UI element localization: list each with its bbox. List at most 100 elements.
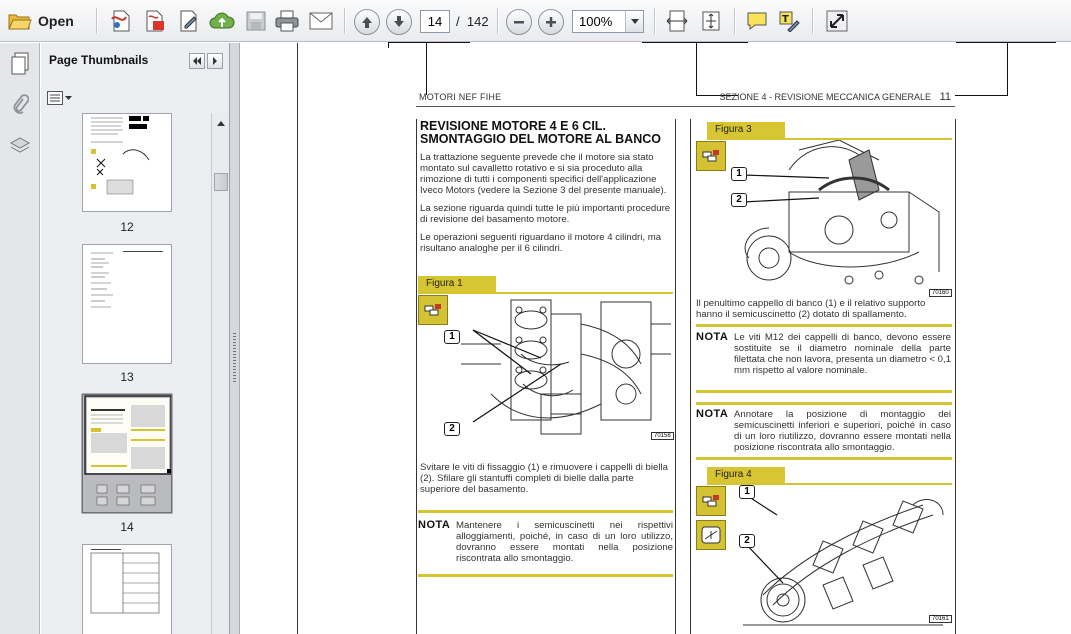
options-list-icon (47, 91, 63, 105)
thumbnail-page[interactable] (82, 244, 172, 364)
thumbnail-page-current[interactable] (82, 394, 172, 513)
chevron-right-icon (213, 57, 217, 65)
export-pdf-button[interactable] (140, 6, 170, 36)
column-rule (675, 119, 676, 634)
callout-1: 1 (739, 485, 755, 499)
email-button[interactable] (306, 6, 336, 36)
zoom-out-button[interactable] (506, 9, 532, 35)
svg-text:T: T (782, 14, 789, 25)
double-chevron-left-icon (193, 57, 201, 65)
toolbar-separator (812, 8, 813, 34)
chevron-down-icon[interactable] (625, 11, 643, 32)
upload-button[interactable] (206, 6, 238, 36)
splitter-grip[interactable] (233, 333, 236, 383)
disassembly-symbol-icon (696, 141, 726, 171)
collapse-panel-button[interactable] (189, 53, 205, 69)
fit-page-icon (702, 11, 720, 31)
annotation-line (388, 42, 470, 43)
figure-4-drawing (742, 492, 944, 626)
comment-button[interactable] (742, 6, 772, 36)
thumbnail-label: 14 (120, 520, 134, 534)
figure-1-drawing (461, 299, 671, 435)
create-pdf-icon (111, 10, 130, 32)
nota-label: NOTA (696, 331, 729, 343)
paperclip-icon (13, 94, 29, 114)
nota-rule (696, 324, 952, 327)
measurement-symbol-icon (696, 520, 726, 550)
upload-cloud-icon (209, 12, 235, 29)
next-page-icon (394, 16, 404, 27)
create-pdf-button[interactable] (106, 6, 136, 36)
chevron-down-icon (65, 96, 72, 100)
edit-pdf-button[interactable] (174, 6, 204, 36)
scrollbar-thumb[interactable] (214, 173, 228, 191)
figure-label: Figura 4 (707, 467, 785, 483)
figure-label: Figura 3 (707, 122, 785, 138)
thumbnail-label: 13 (120, 370, 134, 384)
save-button[interactable] (242, 6, 270, 36)
toolbar-separator (96, 8, 97, 34)
open-button[interactable]: Open (4, 6, 82, 36)
callout-2: 2 (444, 422, 460, 436)
expand-panel-button[interactable] (207, 53, 223, 69)
thumbnail-scrollbar[interactable] (211, 113, 229, 634)
figure-3-drawing (742, 140, 940, 285)
figure-code: 70158 (651, 432, 674, 440)
toolbar-separator (344, 8, 345, 34)
figure-label: Figura 1 (418, 276, 496, 292)
nota-text: Le viti M12 dei cappelli di banco, devon… (734, 332, 951, 376)
annotation-line (642, 42, 748, 43)
header-right-text: SEZIONE 4 - REVISIONE MECCANICA GENERALE (719, 92, 931, 102)
attachments-tab[interactable] (8, 91, 32, 117)
panel-splitter[interactable] (230, 43, 240, 634)
print-button[interactable] (272, 6, 302, 36)
zoom-out-icon (514, 21, 524, 24)
callout-2: 2 (739, 534, 755, 548)
fullscreen-button[interactable] (822, 6, 852, 36)
previous-page-button[interactable] (354, 9, 380, 35)
nota-text: Mantenere i semicuscinetti nei rispettiv… (456, 520, 673, 564)
nota-rule (418, 510, 673, 513)
thumbnail-options-button[interactable] (47, 89, 73, 107)
thumbnail-label: 12 (120, 220, 134, 234)
main-toolbar: Open 14 / 142 100% T (0, 0, 1071, 42)
comment-icon (747, 12, 767, 31)
zoom-in-button[interactable] (538, 9, 564, 35)
header-left-text: MOTORI NEF FIHE (419, 92, 502, 102)
fit-page-button[interactable] (696, 6, 726, 36)
previous-page-icon (362, 17, 372, 28)
figure-caption: Svitare le viti di fissaggio (1) e rimuo… (420, 462, 668, 495)
nota-rule (418, 574, 673, 577)
nota-rule (696, 457, 952, 460)
nota-rule (696, 390, 952, 393)
page-thumbnails-icon (11, 52, 29, 75)
page-thumbnails-tab[interactable] (8, 51, 32, 77)
layers-tab[interactable] (8, 133, 32, 159)
next-page-button[interactable] (386, 9, 412, 35)
document-view: MOTORI NEF FIHE SEZIONE 4 - REVISIONE ME… (241, 42, 1071, 634)
figure-code: 70161 (929, 615, 952, 623)
paragraph: La trattazione seguente prevede che il m… (420, 152, 667, 196)
annotation-line (956, 42, 1056, 43)
layers-icon (9, 137, 31, 153)
zoom-select[interactable]: 100% (572, 10, 644, 33)
toolbar-separator (734, 8, 735, 34)
nota-block: NOTA Annotare la posizione di montaggio … (696, 409, 952, 459)
page-number-input[interactable]: 14 (420, 10, 450, 33)
toolbar-separator (654, 8, 655, 34)
annotation-line (426, 43, 427, 95)
annotation-line (696, 43, 697, 95)
scroll-up-icon[interactable] (214, 116, 228, 130)
fit-width-icon (666, 10, 688, 32)
nota-block: NOTA Le viti M12 dei cappelli di banco, … (696, 332, 952, 382)
callout-1: 1 (444, 330, 460, 344)
thumbnail-page[interactable] (82, 544, 172, 634)
thumbnail-page[interactable] (82, 113, 172, 212)
print-icon (275, 10, 299, 32)
fit-width-button[interactable] (662, 6, 692, 36)
highlight-button[interactable]: T (774, 6, 804, 36)
annotation-line (388, 43, 389, 48)
zoom-value: 100% (579, 14, 613, 29)
figure-code: 70160 (929, 289, 952, 297)
nota-label: NOTA (418, 519, 451, 531)
